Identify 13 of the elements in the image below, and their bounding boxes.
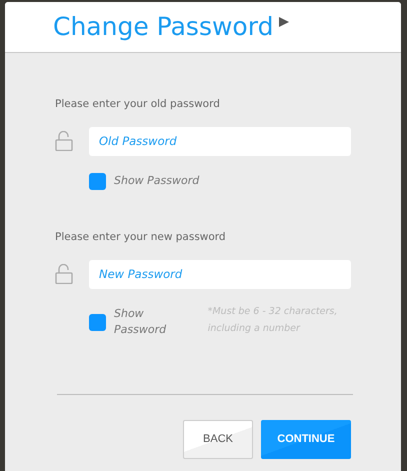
dialog-title: Change Password <box>53 11 274 43</box>
back-button[interactable]: BACK <box>183 420 253 458</box>
checkbox-label: Show Password <box>114 306 168 338</box>
checkbox-label: Show Password <box>114 173 200 189</box>
section-label: Please enter your old password <box>55 97 221 112</box>
lock-icon <box>55 131 73 152</box>
play-icon <box>279 17 290 27</box>
password-field[interactable]: Old Password <box>89 126 351 156</box>
show-password-checkbox[interactable] <box>89 172 106 190</box>
password-field[interactable]: New Password <box>89 260 351 288</box>
lock-icon <box>55 264 73 284</box>
show-password-checkbox[interactable] <box>89 314 106 330</box>
section-label: Please enter your new password <box>55 230 227 245</box>
